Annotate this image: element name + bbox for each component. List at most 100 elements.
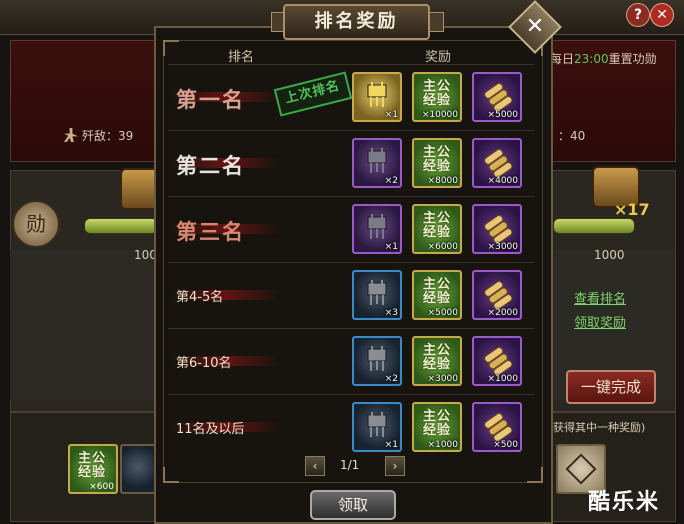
bottom-exp-label: 主公 经验 [74,452,110,480]
item-count: ×1 [384,242,398,252]
bronze-vessel-item[interactable]: ×3 [352,270,402,320]
item-count: ×5000 [427,308,458,318]
vessel-icon [367,412,387,437]
vessel-icon [367,346,387,371]
scroll-icon [484,280,512,310]
exp-label: 主公 经验 [419,212,455,240]
item-count: ×2 [384,374,398,384]
watermark: 酷乐米 [588,490,661,515]
exp-label: 主公 经验 [419,146,455,174]
exp-label-bottom: 经验 [422,291,451,306]
next-page-button[interactable]: › [385,456,405,476]
view-rank-link[interactable]: 查看排名 [574,288,626,307]
scroll-icon [484,82,512,112]
right-value: 1000 [594,248,625,262]
exp-label-top: 主公 [422,145,451,160]
frame-corner [527,467,543,483]
close-icon[interactable]: ✕ [516,8,554,46]
bronze-vessel-item[interactable]: ×2 [352,138,402,188]
exp-label-bottom: 经验 [422,159,451,174]
exp-label: 主公 经验 [419,80,455,108]
reset-prefix: 每日 [550,52,575,66]
lord-exp-item[interactable]: 主公 经验 ×1000 [412,402,462,452]
scroll-bundle-item[interactable]: ×1000 [472,336,522,386]
claim-button[interactable]: 领取 [310,490,396,520]
reset-time: 23:00 [574,52,609,66]
lord-exp-item[interactable]: 主公 经验 ×6000 [412,204,462,254]
bottom-exp-label-top: 主公 [77,451,106,466]
item-count: ×1 [384,440,398,450]
one-click-complete-button[interactable]: 一键完成 [566,370,656,404]
prev-page-button[interactable]: ‹ [305,456,325,476]
bottom-exp-count: ×600 [89,482,114,492]
scroll-bundle-item[interactable]: ×5000 [472,72,522,122]
item-count: ×3000 [487,242,518,252]
progress-bar-right [553,218,635,234]
rank-label: 第三名 [176,219,245,244]
rank-label: 第二名 [176,153,245,178]
bronze-vessel-item[interactable]: ×1 [352,402,402,452]
scroll-bundle-item[interactable]: ×2000 [472,270,522,320]
reset-suffix: 重置功勋 [608,52,657,66]
exp-label-bottom: 经验 [422,93,451,108]
item-count: ×8000 [427,176,458,186]
bottom-vessel-item[interactable] [120,444,156,494]
exp-label-bottom: 经验 [422,225,451,240]
header-reward: 奖励 [425,50,452,65]
vessel-icon [367,148,387,173]
reset-notice: 每日23:00重置功勋 [550,50,657,67]
help-button[interactable]: ? [626,3,650,27]
modal-title: 排名奖励 [283,4,430,40]
lord-exp-item[interactable]: 主公 经验 ×5000 [412,270,462,320]
item-count: ×6000 [427,242,458,252]
exp-label-bottom: 经验 [422,357,451,372]
scroll-icon [484,214,512,244]
scroll-bundle-item[interactable]: ×500 [472,402,522,452]
item-count: ×2000 [487,308,518,318]
scroll-icon [484,346,512,376]
lord-exp-item[interactable]: 主公 经验 ×3000 [412,336,462,386]
item-count: ×1 [384,110,398,120]
exp-label-bottom: 经验 [422,423,451,438]
vessel-icon [367,214,387,239]
bottom-exp-item[interactable]: 主公 经验 ×600 [68,444,118,494]
exp-label-top: 主公 [422,277,451,292]
soldier-icon [64,128,78,142]
frame-corner [163,40,179,56]
lord-exp-item[interactable]: 主公 经验 ×8000 [412,138,462,188]
vessel-icon [367,280,387,305]
item-count: ×1000 [487,374,518,384]
item-count: ×2 [384,176,398,186]
bottom-hint: 获得其中一种奖励) [553,421,646,434]
bronze-vessel-item[interactable]: ×1 [352,204,402,254]
bronze-vessel-item[interactable]: ×2 [352,336,402,386]
rank-label: 第4-5名 [176,290,224,305]
kills-text: 歼敌：39 [82,129,134,143]
item-count: ×500 [493,440,518,450]
window-close-button[interactable]: ✕ [650,3,674,27]
chest-count: ×17 [614,200,650,219]
exp-label-top: 主公 [422,79,451,94]
rank-label: 11名及以后 [176,422,245,437]
title-ornament-right [428,12,444,32]
rank-label: 第一名 [176,87,245,112]
kills-label: 歼敌：39 [64,127,133,144]
rank-label: 第6-10名 [176,356,232,371]
scroll-bundle-item[interactable]: ×3000 [472,204,522,254]
header-rank: 排名 [228,50,255,65]
bottom-exp-label-bottom: 经验 [77,465,106,480]
exp-label-top: 主公 [422,211,451,226]
exp-label: 主公 经验 [419,344,455,372]
exp-label: 主公 经验 [419,410,455,438]
bronze-vessel-item[interactable]: ×1 [352,72,402,122]
scroll-bundle-item[interactable]: ×4000 [472,138,522,188]
item-count: ×10000 [421,110,458,120]
scroll-icon [484,412,512,442]
item-count: ×3 [384,308,398,318]
medal-icon: 勋 [12,200,60,248]
vessel-icon [367,82,387,107]
claim-reward-link[interactable]: 领取奖励 [574,312,626,331]
lord-exp-item[interactable]: 主公 经验 ×10000 [412,72,462,122]
scroll-icon [484,148,512,178]
right-stat: ：40 [558,129,586,143]
